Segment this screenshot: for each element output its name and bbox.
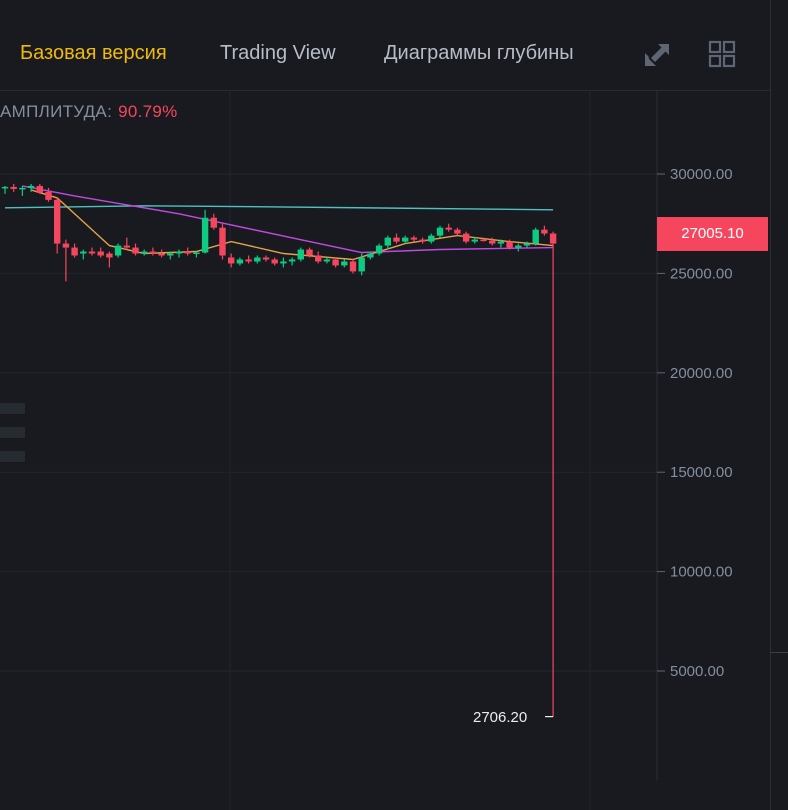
candle-body bbox=[393, 237, 400, 242]
candle-body bbox=[219, 227, 226, 256]
candle-body bbox=[62, 243, 70, 248]
candle-body bbox=[132, 247, 139, 254]
candle-body bbox=[254, 257, 261, 262]
candle-body bbox=[532, 229, 539, 244]
candle-body bbox=[419, 239, 426, 242]
candle-body bbox=[428, 235, 435, 242]
candle-body bbox=[245, 259, 252, 262]
candle-body bbox=[45, 191, 52, 200]
candle-body bbox=[384, 237, 391, 246]
tab-depth-charts[interactable]: Диаграммы глубины bbox=[384, 42, 574, 65]
candle-body bbox=[515, 245, 522, 248]
panel-border bbox=[770, 0, 771, 810]
candle-body bbox=[36, 185, 43, 193]
candle-body bbox=[288, 259, 296, 262]
candle-body bbox=[210, 217, 217, 228]
y-tick-label: 15000.00 bbox=[670, 464, 733, 481]
candle-body bbox=[1, 186, 9, 189]
candle-body bbox=[297, 249, 304, 260]
ghost-legend-bar bbox=[0, 403, 25, 414]
candle-body bbox=[523, 243, 531, 246]
candle-body bbox=[549, 233, 557, 244]
candle-body bbox=[184, 251, 191, 254]
right-panel-divider bbox=[770, 652, 788, 653]
y-tick-label: 20000.00 bbox=[670, 365, 733, 382]
candle-body bbox=[167, 253, 174, 256]
candle-body bbox=[323, 259, 331, 262]
candle-body bbox=[54, 199, 61, 244]
candle-body bbox=[315, 255, 322, 262]
candle-body bbox=[88, 251, 96, 254]
candle-body bbox=[97, 251, 104, 256]
tab-trading-view[interactable]: Trading View bbox=[220, 42, 336, 65]
candle-body bbox=[541, 229, 548, 234]
candle-body bbox=[358, 257, 365, 272]
candle-body bbox=[114, 245, 122, 256]
candle-body bbox=[506, 241, 513, 248]
candle-body bbox=[201, 217, 209, 253]
y-tick-label: 30000.00 bbox=[670, 166, 733, 183]
candle-body bbox=[410, 237, 418, 240]
tab-bar: Базовая версия Trading View Диаграммы гл… bbox=[0, 0, 771, 810]
candle-body bbox=[375, 245, 383, 254]
candle-body bbox=[80, 251, 87, 254]
candlestick-chart[interactable]: 30000.00 25000.00 20000.00 15000.00 10000.00… bbox=[0, 90, 770, 810]
candle-body bbox=[280, 261, 287, 264]
candle-body bbox=[71, 247, 78, 256]
candle-body bbox=[149, 251, 157, 254]
candle-body bbox=[27, 185, 35, 188]
candle-body bbox=[262, 257, 270, 260]
y-tick-label: 10000.00 bbox=[670, 564, 733, 581]
expand-icon[interactable] bbox=[641, 38, 673, 70]
candle-body bbox=[480, 239, 487, 242]
candle-body bbox=[436, 227, 444, 236]
candle-body bbox=[236, 259, 244, 264]
candle-body bbox=[349, 261, 357, 272]
candle-body bbox=[497, 241, 505, 244]
grid-layout-icon[interactable] bbox=[706, 38, 738, 70]
candle-body bbox=[10, 186, 17, 189]
y-tick-label: 5000.00 bbox=[670, 663, 724, 680]
candle-body bbox=[341, 261, 348, 266]
ma-line-long bbox=[4, 205, 554, 211]
current-price-tag: 27005.10 bbox=[657, 217, 768, 251]
low-price-label: 2706.20 bbox=[473, 709, 528, 726]
candle-body bbox=[123, 245, 130, 248]
ma-line-mid bbox=[22, 185, 554, 254]
candle-body bbox=[402, 237, 409, 242]
candle-body bbox=[489, 240, 496, 244]
candle-body bbox=[462, 233, 470, 242]
candle-body bbox=[271, 259, 278, 264]
candle-body bbox=[228, 257, 235, 264]
candle-body bbox=[332, 259, 339, 266]
candle-body bbox=[367, 253, 374, 258]
y-tick-label: 25000.00 bbox=[670, 265, 733, 282]
candle-body bbox=[141, 251, 148, 254]
ghost-legend-bar bbox=[0, 427, 25, 438]
candle-body bbox=[175, 251, 183, 254]
candle-body bbox=[193, 252, 200, 255]
candle-body bbox=[306, 249, 313, 256]
ghost-legend-bar bbox=[0, 451, 25, 462]
tab-basic-version[interactable]: Базовая версия bbox=[20, 42, 167, 65]
candle-body bbox=[158, 253, 165, 256]
candle-body bbox=[445, 227, 452, 230]
candle-body bbox=[471, 239, 478, 242]
candle-body bbox=[19, 187, 26, 190]
candle-body bbox=[106, 253, 113, 258]
